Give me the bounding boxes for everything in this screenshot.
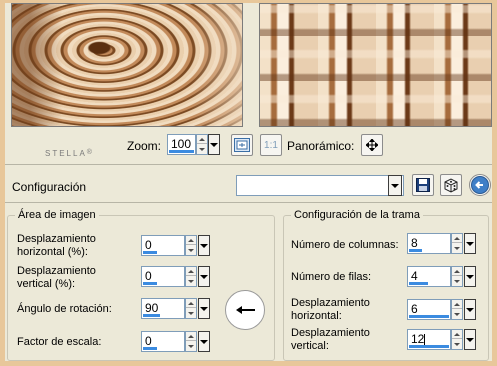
rotation-angle-stepper[interactable] xyxy=(185,298,197,319)
rotation-angle-dropdown[interactable] xyxy=(198,298,210,319)
original-preview xyxy=(11,3,243,127)
separator-middle xyxy=(5,202,492,203)
floppy-disk-icon xyxy=(416,178,430,192)
up-arrow-icon[interactable] xyxy=(452,300,462,309)
columns-dropdown[interactable] xyxy=(464,233,476,254)
up-arrow-icon[interactable] xyxy=(186,332,196,341)
down-arrow-icon[interactable] xyxy=(452,310,462,319)
horizontal-offset-dropdown[interactable] xyxy=(198,235,210,256)
columns-stepper[interactable] xyxy=(451,233,463,254)
tile-horizontal-offset-label: Desplazamiento horizontal: xyxy=(291,297,370,322)
down-arrow-icon[interactable] xyxy=(186,342,196,351)
tile-vertical-offset-stepper[interactable] xyxy=(451,329,463,350)
down-arrow-icon[interactable] xyxy=(186,309,196,318)
separator-top xyxy=(5,164,492,165)
image-area-title: Área de imagen xyxy=(15,209,99,221)
horizontal-offset-label: Desplazamiento horizontal (%): xyxy=(17,233,96,258)
up-arrow-icon[interactable] xyxy=(452,267,462,276)
down-arrow-icon[interactable] xyxy=(452,340,462,349)
vertical-offset-input[interactable]: 0 xyxy=(141,266,185,287)
tile-vertical-offset-label: Desplazamiento vertical: xyxy=(291,327,370,352)
config-label: Configuración xyxy=(12,180,87,194)
rotation-dial[interactable] xyxy=(225,290,265,330)
preset-dropdown-button[interactable] xyxy=(388,175,402,196)
up-arrow-icon[interactable] xyxy=(452,330,462,339)
down-arrow-icon[interactable] xyxy=(186,246,196,255)
zoom-input[interactable]: 100 xyxy=(167,134,196,155)
vertical-offset-label: Desplazamiento vertical (%): xyxy=(17,265,96,290)
vertical-offset-dropdown[interactable] xyxy=(198,266,210,287)
reset-button[interactable] xyxy=(469,174,491,196)
dice-icon xyxy=(444,178,458,193)
actual-size-label: 1:1 xyxy=(264,139,278,151)
tile-config-title: Configuración de la trama xyxy=(291,209,423,221)
horizontal-offset-stepper[interactable] xyxy=(185,235,197,256)
zoom-stepper[interactable] xyxy=(196,134,208,155)
zoom-up-arrow-icon[interactable] xyxy=(197,135,207,144)
rows-input[interactable]: 4 xyxy=(407,266,451,287)
zoom-down-arrow-icon[interactable] xyxy=(197,145,207,154)
preset-combo[interactable] xyxy=(236,175,404,196)
vertical-offset-stepper[interactable] xyxy=(185,266,197,287)
scale-factor-label: Factor de escala: xyxy=(17,336,102,348)
fit-window-icon xyxy=(234,138,250,152)
down-arrow-icon[interactable] xyxy=(452,277,462,286)
rotation-arrow-icon xyxy=(236,306,255,314)
back-arrow-icon xyxy=(471,176,489,194)
rows-label: Número de filas: xyxy=(291,271,372,283)
columns-input[interactable]: 8 xyxy=(407,233,451,254)
scale-factor-input[interactable]: 0 xyxy=(141,331,185,352)
move-arrows-icon xyxy=(366,139,378,151)
rotation-angle-input[interactable]: 90 xyxy=(141,298,185,319)
rotation-angle-label: Ángulo de rotación: xyxy=(17,303,112,315)
result-preview xyxy=(259,3,492,127)
stella-watermark: STELLA® xyxy=(45,149,94,158)
pan-button[interactable] xyxy=(361,134,383,156)
up-arrow-icon[interactable] xyxy=(186,236,196,245)
rows-dropdown[interactable] xyxy=(464,266,476,287)
tile-horizontal-offset-dropdown[interactable] xyxy=(464,299,476,320)
columns-label: Número de columnas: xyxy=(291,239,399,251)
zoom-dropdown-button[interactable] xyxy=(208,134,220,155)
tile-vertical-offset-input[interactable]: 12 xyxy=(407,329,451,350)
save-preset-button[interactable] xyxy=(412,174,434,196)
tile-horizontal-offset-stepper[interactable] xyxy=(451,299,463,320)
scale-factor-dropdown[interactable] xyxy=(198,331,210,352)
zoom-label: Zoom: xyxy=(127,139,162,153)
down-arrow-icon[interactable] xyxy=(186,277,196,286)
actual-size-button[interactable]: 1:1 xyxy=(260,134,282,156)
scale-factor-stepper[interactable] xyxy=(185,331,197,352)
tile-vertical-offset-dropdown[interactable] xyxy=(464,329,476,350)
down-arrow-icon[interactable] xyxy=(452,244,462,253)
rows-stepper[interactable] xyxy=(451,266,463,287)
tile-horizontal-offset-input[interactable]: 6 xyxy=(407,299,451,320)
up-arrow-icon[interactable] xyxy=(186,299,196,308)
up-arrow-icon[interactable] xyxy=(452,234,462,243)
up-arrow-icon[interactable] xyxy=(186,267,196,276)
filter-dialog: STELLA® Zoom: 100 1:1 Panorámico: Config… xyxy=(5,3,492,361)
pan-label: Panorámico: xyxy=(287,139,355,153)
fit-to-window-button[interactable] xyxy=(231,134,253,156)
randomize-button[interactable] xyxy=(440,174,462,196)
horizontal-offset-input[interactable]: 0 xyxy=(141,235,185,256)
